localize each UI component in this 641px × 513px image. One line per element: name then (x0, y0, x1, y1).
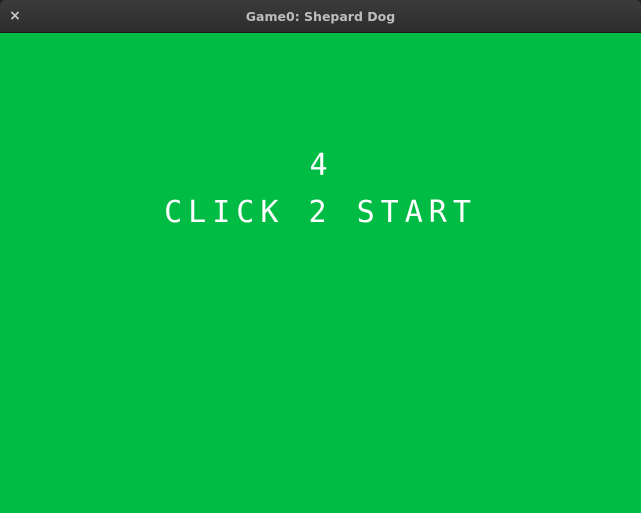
game-canvas[interactable]: 4 CLICK 2 START (0, 33, 641, 513)
app-window: × Game0: Shepard Dog 4 CLICK 2 START (0, 0, 641, 513)
window-title: Game0: Shepard Dog (245, 9, 396, 24)
countdown-text: 4 (309, 148, 332, 183)
title-bar[interactable]: × Game0: Shepard Dog (0, 0, 641, 33)
click-to-start-text: CLICK 2 START (164, 195, 477, 230)
